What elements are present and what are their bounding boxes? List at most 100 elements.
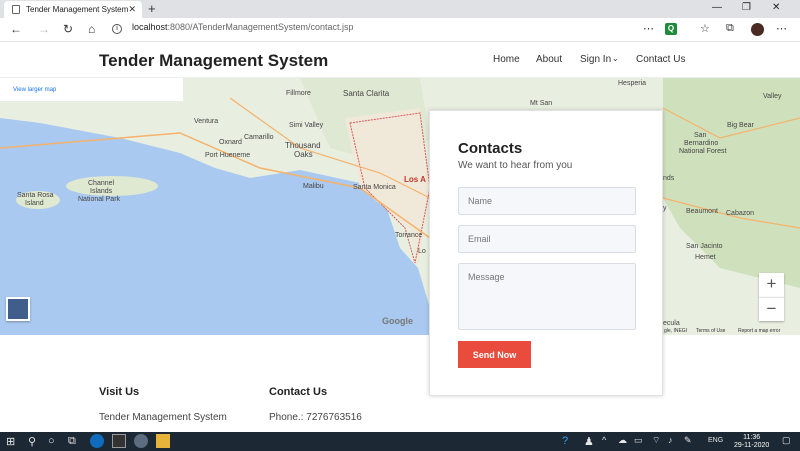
chevron-up-icon[interactable]: ^ (602, 435, 606, 445)
visit-us-heading: Visit Us (99, 386, 140, 398)
map-label: Hesperia (618, 80, 647, 87)
reload-icon[interactable]: ↻ (63, 22, 73, 36)
map-label: Channel (88, 180, 115, 187)
satellite-toggle-button[interactable] (6, 297, 30, 321)
map-label: Ventura (194, 118, 219, 125)
cortana-icon[interactable]: ○ (48, 435, 55, 447)
info-icon[interactable]: i (112, 24, 122, 34)
map-label: Island (25, 200, 44, 207)
chevron-down-icon[interactable]: ⌄ (612, 54, 619, 63)
email-field[interactable] (458, 225, 636, 253)
map-label: Valley (763, 93, 782, 100)
map-label: Cabazon (726, 210, 755, 217)
phone-text: Phone.: 7276763516 (269, 412, 362, 423)
clock-time: 11:36 (743, 434, 761, 441)
map-label: Oxnard (219, 139, 242, 146)
home-icon[interactable]: ⌂ (88, 22, 95, 36)
map-label: Santa Clarita (343, 89, 390, 98)
nav-contact-us[interactable]: Contact Us (636, 54, 685, 65)
close-tab-icon[interactable]: ✕ (128, 4, 136, 15)
url-host: localhost (132, 22, 168, 32)
nav-about[interactable]: About (536, 54, 562, 65)
map-label: San Jacinto (686, 243, 723, 250)
minimize-icon[interactable]: — (712, 2, 722, 13)
favorites-icon[interactable]: ☆ (700, 22, 710, 35)
people-icon[interactable]: ♟ (584, 435, 594, 448)
contact-card: Contacts We want to hear from you Send N… (429, 110, 663, 396)
windows-taskbar: ⊞ ⚲ ○ ⧉ ? ♟ ^ ☁ ▭ ⌔ ♪ ✎ ENG 11:36 29-11-… (0, 432, 800, 451)
map-label: Thousand (285, 141, 321, 150)
nav-home[interactable]: Home (493, 54, 520, 65)
send-now-button[interactable]: Send Now (458, 341, 531, 368)
new-tab-icon[interactable]: + (148, 1, 156, 16)
task-view-icon[interactable]: ⧉ (68, 435, 76, 448)
map-label: Santa Rosa (17, 192, 54, 199)
map-label: Torrance (395, 232, 423, 239)
map-label: Islands (90, 188, 113, 195)
map-label: Hemet (695, 254, 716, 261)
map-label: y (663, 205, 667, 212)
map-label: Big Bear (727, 122, 754, 129)
contact-us-heading: Contact Us (269, 386, 328, 398)
map-label: nds (663, 175, 675, 182)
google-logo: Google (382, 316, 413, 326)
battery-icon[interactable]: ▭ (634, 435, 643, 446)
page-icon (12, 5, 20, 14)
back-icon[interactable]: ← (10, 22, 22, 36)
zoom-in-button[interactable]: + (759, 273, 784, 297)
map-label: Lo (418, 248, 426, 255)
restore-icon[interactable]: ❐ (742, 2, 751, 13)
search-icon[interactable]: ⚲ (28, 435, 36, 448)
avatar[interactable] (751, 23, 764, 36)
browser-tab[interactable]: Tender Management System ✕ (4, 1, 142, 18)
map-label: Beaumont (686, 208, 718, 215)
name-field[interactable] (458, 187, 636, 215)
settings-app-icon[interactable] (134, 434, 148, 448)
terminal-icon[interactable] (112, 434, 126, 448)
notifications-icon[interactable]: ▢ (782, 435, 791, 446)
edge-browser-icon[interactable] (90, 434, 104, 448)
zoom-out-button[interactable]: − (759, 297, 784, 321)
url-path: :8080/ATenderManagementSystem/contact.js… (167, 22, 354, 32)
site-brand[interactable]: Tender Management System (99, 51, 328, 71)
contact-title: Contacts (458, 140, 523, 157)
map-attribution: gle, INEGI (664, 328, 688, 334)
map-label: Fillmore (286, 90, 311, 97)
url-field[interactable]: i localhost:8080/ATenderManagementSystem/… (112, 22, 353, 34)
map-label: Port Hueneme (205, 152, 251, 159)
window-close-icon[interactable]: ✕ (772, 2, 780, 13)
map-terrain (0, 78, 800, 335)
view-larger-map-link[interactable]: View larger map (13, 87, 56, 93)
language-indicator[interactable]: ENG (708, 437, 723, 444)
address-bar: ← → ↻ ⌂ i localhost:8080/ATenderManagemen… (0, 18, 800, 42)
pen-icon[interactable]: ✎ (684, 435, 692, 446)
map-label: Bernardino (684, 140, 719, 147)
onedrive-icon[interactable]: ☁ (618, 435, 627, 446)
terms-link[interactable]: Terms of Use (696, 328, 725, 334)
windows-start-icon[interactable]: ⊞ (6, 435, 15, 448)
message-field[interactable] (458, 263, 636, 330)
visit-us-text: Tender Management System (99, 412, 227, 423)
browser-tab-strip: Tender Management System ✕ + — ❐ ✕ (0, 0, 800, 18)
collections-icon[interactable]: ⧉ (726, 22, 734, 35)
clock[interactable]: 11:36 29-11-2020 (734, 434, 769, 450)
map-label: Camarillo (244, 134, 274, 141)
google-map[interactable]: View larger map Fillmore Santa Clarita H… (0, 78, 800, 335)
map-label: Simi Valley (289, 122, 324, 129)
file-explorer-icon[interactable] (156, 434, 170, 448)
more-menu-icon[interactable]: ⋯ (776, 22, 787, 35)
volume-icon[interactable]: ♪ (668, 435, 673, 445)
map-label: Oaks (294, 150, 313, 159)
clock-date: 29-11-2020 (734, 442, 770, 449)
extension-icon[interactable]: Q (665, 23, 677, 35)
site-header: Tender Management System Home About Sign… (0, 42, 800, 78)
report-map-error-link[interactable]: Report a map error (738, 328, 780, 334)
read-aloud-icon[interactable]: ⋯ (643, 22, 654, 35)
wifi-icon[interactable]: ⌔ (652, 435, 660, 446)
map-label: Mt San (530, 100, 553, 107)
forward-icon[interactable]: → (38, 22, 50, 36)
help-icon[interactable]: ? (562, 435, 568, 447)
map-label: ecula (663, 320, 680, 327)
map-label: National Park (78, 196, 121, 203)
nav-sign-in[interactable]: Sign In (580, 54, 611, 65)
